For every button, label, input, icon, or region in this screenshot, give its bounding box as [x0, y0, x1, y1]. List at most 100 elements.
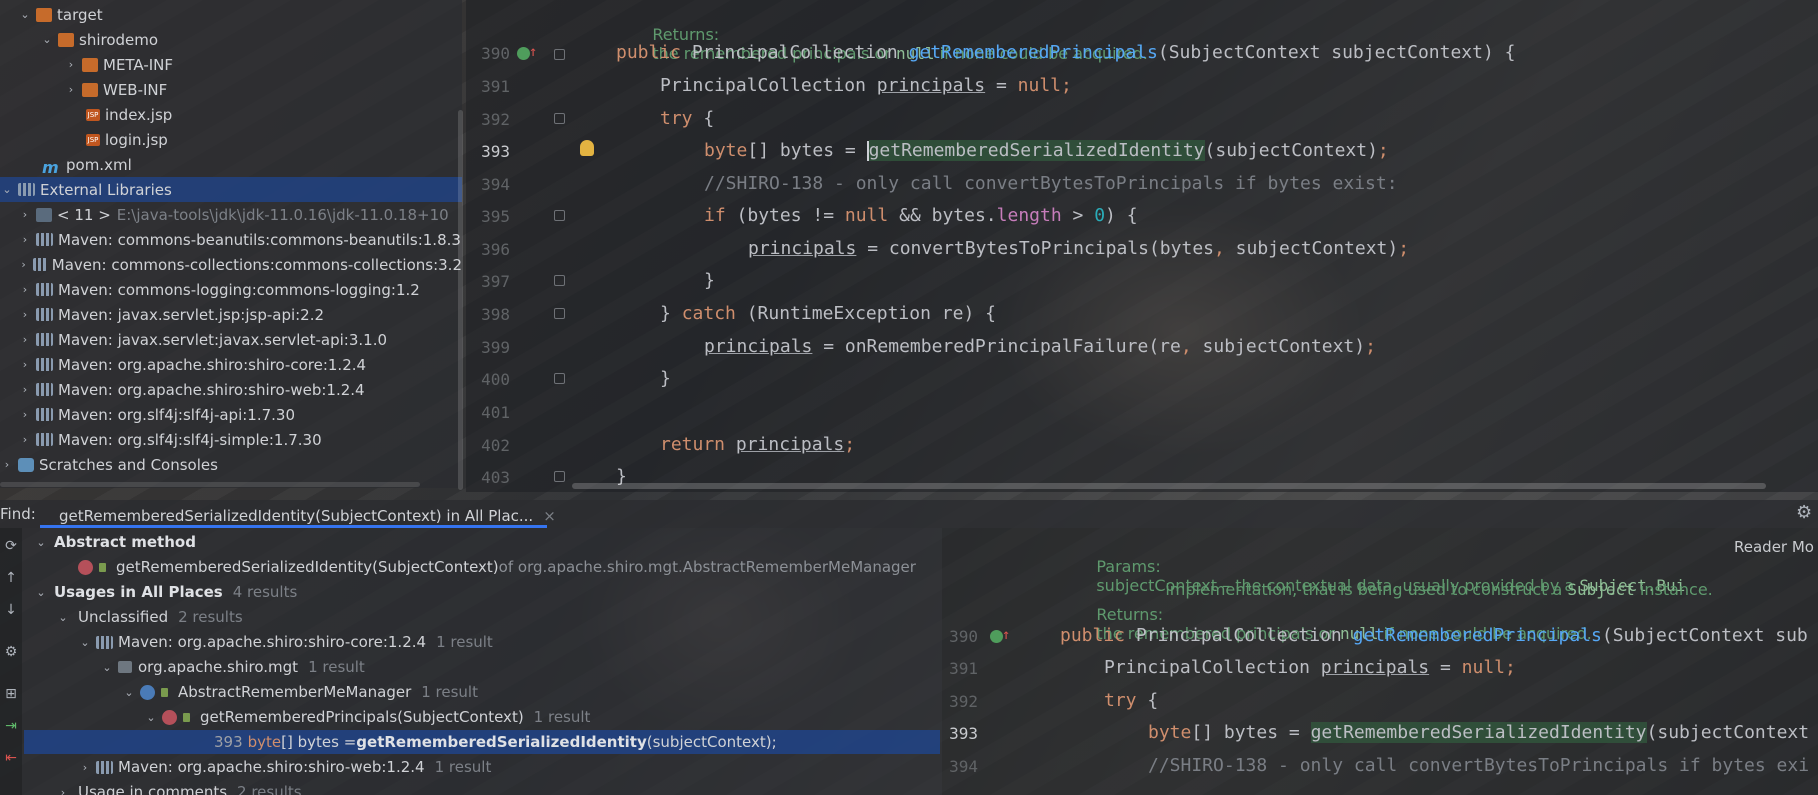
tree-item-library[interactable]: › Maven: org.slf4j:slf4j-api:1.7.30 [0, 402, 462, 427]
tree-item-scratches[interactable]: › Scratches and Consoles [0, 452, 462, 477]
chevron-right-icon[interactable]: › [18, 408, 32, 421]
settings-icon[interactable]: ⚙ [3, 644, 19, 660]
chevron-right-icon[interactable]: › [64, 58, 78, 71]
tree-item-library[interactable]: › Maven: commons-collections:commons-col… [0, 252, 462, 277]
group-icon[interactable]: ⊞ [3, 686, 19, 702]
fold-icon[interactable] [554, 210, 565, 221]
tree-item-label: External Libraries [40, 180, 172, 199]
tree-item-library[interactable]: › Maven: org.slf4j:slf4j-simple:1.7.30 [0, 427, 462, 452]
exclude-icon[interactable]: ⇤ [3, 750, 19, 766]
tree-item-shirodemo[interactable]: ⌄ shirodemo [0, 27, 462, 52]
result-group-abstract-method[interactable]: ⌄ Abstract method [34, 530, 196, 554]
tree-item-meta-inf[interactable]: › META-INF [0, 52, 462, 77]
editor-hscrollbar[interactable] [572, 483, 1766, 489]
code-line-395: if (bytes != null && bytes.length > 0) { [704, 205, 1138, 226]
result-method[interactable]: ⌄ getRememberedPrincipals(SubjectContext… [144, 705, 590, 729]
library-icon [36, 283, 53, 296]
chevron-down-icon[interactable]: ⌄ [40, 33, 54, 46]
result-class[interactable]: ⌄ AbstractRememberMeManager 1 result [122, 680, 478, 704]
result-module-shiro-web[interactable]: › Maven: org.apache.shiro:shiro-web:1.2.… [78, 755, 492, 779]
code-text: PrincipalCollection [1125, 625, 1353, 646]
tree-item-library[interactable]: › Maven: javax.servlet:javax.servlet-api… [0, 327, 462, 352]
keyword: byte [1148, 722, 1192, 743]
chevron-down-icon[interactable]: ⌄ [144, 711, 158, 724]
project-tree-scrollbar[interactable] [458, 110, 463, 490]
chevron-right-icon[interactable]: › [18, 433, 32, 446]
intention-bulb-icon[interactable] [580, 140, 594, 156]
chevron-right-icon[interactable]: › [18, 208, 32, 221]
tree-item-library[interactable]: › Maven: javax.servlet.jsp:jsp-api:2.2 [0, 302, 462, 327]
fold-icon[interactable] [554, 113, 565, 124]
result-module-shiro-core[interactable]: ⌄ Maven: org.apache.shiro:shiro-core:1.2… [78, 630, 492, 654]
reader-mode-toggle[interactable]: Reader Mo [1734, 538, 1814, 556]
tree-item-library[interactable]: › Maven: org.apache.shiro:shiro-web:1.2.… [0, 377, 462, 402]
chevron-down-icon[interactable]: ⌄ [78, 636, 92, 649]
chevron-down-icon[interactable]: ⌄ [56, 611, 70, 624]
code-text: PrincipalCollection [660, 75, 877, 96]
usage-preview[interactable]: Params: subjectContext – the contextual … [942, 528, 1818, 795]
result-group-comments[interactable]: › Usage in comments 2 results [56, 780, 302, 795]
chevron-down-icon[interactable]: ⌄ [18, 8, 32, 21]
find-label: Find: [0, 505, 36, 523]
fold-icon[interactable] [554, 49, 565, 60]
result-usage-line[interactable]: 393 byte [] bytes = getRememberedSeriali… [24, 730, 940, 754]
chevron-down-icon[interactable]: ⌄ [122, 686, 136, 699]
override-up-arrow-icon[interactable]: ↑ [529, 44, 537, 60]
fold-icon[interactable] [554, 308, 565, 319]
result-group-unclassified[interactable]: ⌄ Unclassified 2 results [56, 605, 242, 629]
filter-icon[interactable]: ⇥ [3, 718, 19, 734]
chevron-right-icon[interactable]: › [64, 83, 78, 96]
chevron-down-icon[interactable]: ⌄ [0, 183, 14, 196]
tree-item-external-libraries[interactable]: ⌄ External Libraries [0, 177, 462, 202]
find-results-tree[interactable]: ⌄ Abstract method getRememberedSerialize… [0, 528, 942, 795]
tree-item-login-jsp[interactable]: JSP login.jsp [0, 127, 462, 152]
chevron-right-icon[interactable]: › [18, 233, 32, 246]
code-line-394: //SHIRO-138 - only call convertBytesToPr… [704, 173, 1398, 194]
tree-item-jdk[interactable]: › < 11 > E:\java-tools\jdk\jdk-11.0.16\j… [0, 202, 462, 227]
project-tree[interactable]: ⌄ target ⌄ shirodemo › META-INF › WEB-IN… [0, 0, 462, 488]
gear-icon[interactable]: ⚙ [1796, 502, 1812, 523]
chevron-right-icon[interactable]: › [18, 258, 29, 271]
arrow-up-icon[interactable]: ↑ [3, 570, 19, 586]
jdk-folder-icon [36, 207, 52, 222]
line-number: 393 [481, 142, 510, 161]
chevron-right-icon[interactable]: › [18, 383, 32, 396]
chevron-down-icon[interactable]: ⌄ [34, 536, 48, 549]
code-editor[interactable]: Returns: the remembered principals or nu… [466, 0, 1818, 492]
usage-match: getRememberedSerializedIdentity [356, 733, 647, 751]
keyword: public [1060, 625, 1126, 646]
rerun-icon[interactable]: ⟳ [3, 538, 19, 554]
fold-icon[interactable] [554, 471, 565, 482]
tree-item-label: login.jsp [105, 130, 168, 149]
chevron-right-icon[interactable]: › [18, 308, 32, 321]
tree-item-library[interactable]: › Maven: commons-beanutils:commons-beanu… [0, 227, 462, 252]
result-group-usages[interactable]: ⌄ Usages in All Places 4 results [34, 580, 297, 604]
chevron-right-icon[interactable]: › [56, 786, 70, 795]
result-count: 1 result [434, 758, 492, 776]
chevron-right-icon[interactable]: › [18, 358, 32, 371]
override-up-arrow-icon[interactable]: ↑ [1002, 627, 1010, 643]
result-package[interactable]: ⌄ org.apache.shiro.mgt 1 result [100, 655, 364, 679]
tree-item-library[interactable]: › Maven: org.apache.shiro:shiro-core:1.2… [0, 352, 462, 377]
fold-icon[interactable] [554, 373, 565, 384]
tree-item-target[interactable]: ⌄ target [0, 2, 462, 27]
tree-item-library[interactable]: › Maven: commons-logging:commons-logging… [0, 277, 462, 302]
close-tab-icon[interactable]: × [543, 507, 556, 525]
code-text: && bytes. [888, 205, 997, 226]
keyword: public [616, 42, 682, 63]
chevron-right-icon[interactable]: › [18, 283, 32, 296]
result-abstract-method[interactable]: getRememberedSerializedIdentity(SubjectC… [78, 555, 916, 579]
fold-icon[interactable] [554, 275, 565, 286]
chevron-right-icon[interactable]: › [18, 333, 32, 346]
tree-item-index-jsp[interactable]: JSP index.jsp [0, 102, 462, 127]
code-text: , [1214, 238, 1225, 259]
tree-item-web-inf[interactable]: › WEB-INF [0, 77, 462, 102]
code-text: > [1061, 205, 1095, 226]
chevron-down-icon[interactable]: ⌄ [34, 586, 48, 599]
arrow-down-icon[interactable]: ↓ [3, 602, 19, 618]
chevron-down-icon[interactable]: ⌄ [100, 661, 114, 674]
project-tree-hscrollbar[interactable] [0, 482, 420, 487]
chevron-right-icon[interactable]: › [78, 761, 92, 774]
chevron-right-icon[interactable]: › [0, 458, 14, 471]
tree-item-pom-xml[interactable]: m pom.xml [0, 152, 462, 177]
